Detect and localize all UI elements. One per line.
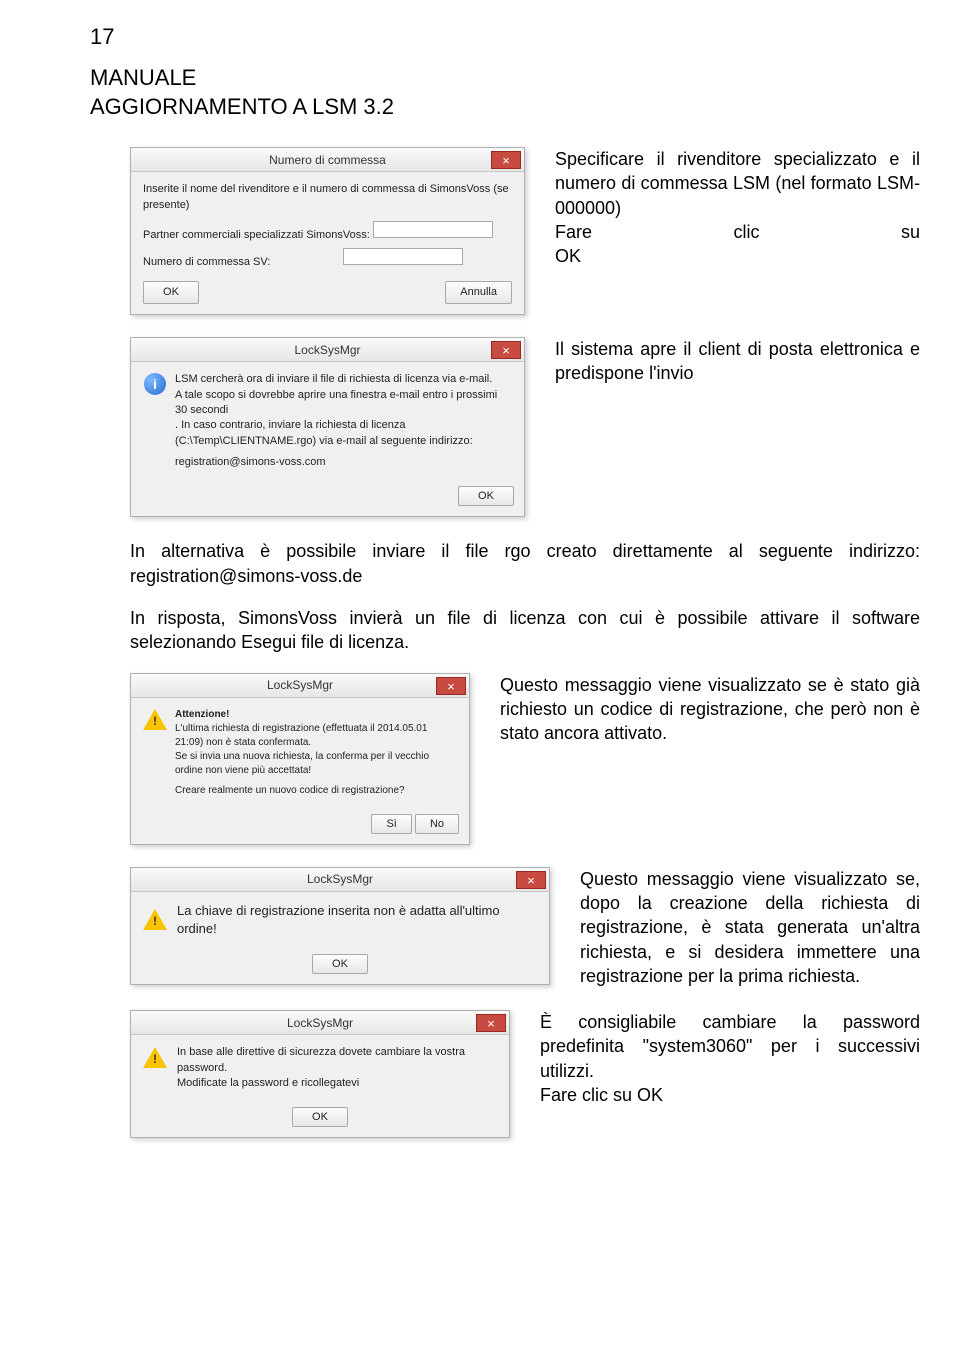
dialog-text: Creare realmente un nuovo codice di regi… — [175, 784, 457, 798]
screenshot-commessa: Numero di commessa × Inserite il nome de… — [130, 147, 525, 315]
dialog-email: registration@simons-voss.com — [175, 455, 512, 470]
close-icon[interactable]: × — [516, 871, 546, 889]
page-number: 17 — [90, 24, 960, 50]
para-text: Fare clic su OK — [540, 1083, 920, 1107]
para-text: È consigliabile cambiare la password pre… — [540, 1010, 920, 1083]
word-clic: clic — [734, 220, 760, 244]
para-text: Specificare il rivenditore specializzato… — [555, 147, 920, 220]
dialog-titlebar: LockSysMgr × — [131, 338, 524, 362]
screenshot-chiave: LockSysMgr × La chiave di registrazione … — [130, 867, 550, 988]
dialog-titlebar: Numero di commessa × — [131, 148, 524, 172]
close-icon[interactable]: × — [491, 341, 521, 359]
dialog-text: L'ultima richiesta di registrazione (eff… — [175, 722, 457, 750]
close-icon[interactable]: × — [436, 677, 466, 695]
page-header: 17 MANUALE AGGIORNAMENTO A LSM 3.2 — [0, 0, 960, 121]
field-label: Partner commerciali specializzati Simons… — [143, 229, 370, 241]
dialog-titlebar: LockSysMgr × — [131, 674, 469, 698]
ok-button[interactable]: OK — [143, 281, 199, 304]
dialog-title: Numero di commessa — [269, 153, 386, 167]
screenshot-attenzione: LockSysMgr × Attenzione! L'ultima richie… — [130, 673, 470, 845]
dialog-heading: Attenzione! — [175, 708, 457, 722]
close-icon[interactable]: × — [491, 151, 521, 169]
dialog-titlebar: LockSysMgr × — [131, 1011, 509, 1035]
warning-icon — [143, 908, 167, 932]
dialog-text: In base alle direttive di sicurezza dove… — [177, 1045, 497, 1076]
dialog-titlebar: LockSysMgr × — [131, 868, 549, 892]
ok-button[interactable]: OK — [312, 954, 368, 974]
dialog-title: LockSysMgr — [294, 343, 360, 357]
word-su: su — [901, 220, 920, 244]
para-specificare: Specificare il rivenditore specializzato… — [555, 147, 920, 315]
dialog-title: LockSysMgr — [307, 872, 373, 886]
screenshot-password: LockSysMgr × In base alle direttive di s… — [130, 1010, 510, 1138]
ok-button[interactable]: OK — [292, 1107, 348, 1127]
dialog-text: . In caso contrario, inviare la richiest… — [175, 418, 512, 449]
para-client-posta: Il sistema apre il client di posta elett… — [555, 337, 920, 517]
close-icon[interactable]: × — [476, 1014, 506, 1032]
info-icon: i — [143, 372, 167, 396]
para-messaggio-codice: Questo messaggio viene visualizzato se è… — [500, 673, 920, 845]
dialog-text: A tale scopo si dovrebbe aprire una fine… — [175, 388, 512, 419]
para-risposta: In risposta, SimonsVoss invierà un file … — [130, 606, 920, 655]
para-messaggio-richiesta: Questo messaggio viene visualizzato se, … — [580, 867, 920, 988]
para-password: È consigliabile cambiare la password pre… — [540, 1010, 920, 1138]
commessa-input[interactable] — [343, 248, 463, 265]
para-alternativa: In alternativa è possibile inviare il fi… — [130, 539, 920, 588]
word-ok: OK — [555, 244, 920, 268]
dialog-text: La chiave di registrazione inserita non … — [177, 902, 537, 938]
manual-title: MANUALE AGGIORNAMENTO A LSM 3.2 — [90, 64, 960, 121]
partner-input[interactable] — [373, 221, 493, 238]
warning-icon — [143, 708, 167, 732]
no-button[interactable]: No — [415, 814, 459, 834]
dialog-title: LockSysMgr — [287, 1016, 353, 1030]
title-line-1: MANUALE — [90, 65, 196, 90]
dialog-title: LockSysMgr — [267, 678, 333, 692]
cancel-button[interactable]: Annulla — [445, 281, 512, 304]
dialog-instruction: Inserite il nome del rivenditore e il nu… — [143, 182, 512, 213]
warning-icon — [143, 1045, 167, 1069]
dialog-text: Se si invia una nuova richiesta, la conf… — [175, 750, 457, 778]
title-line-2: AGGIORNAMENTO A LSM 3.2 — [90, 94, 394, 119]
ok-button[interactable]: OK — [458, 486, 514, 506]
yes-button[interactable]: Sì — [371, 814, 411, 834]
dialog-text: Modificate la password e ricollegatevi — [177, 1076, 497, 1091]
screenshot-email: LockSysMgr × i LSM cercherà ora di invia… — [130, 337, 525, 517]
field-label: Numero di commessa SV: — [143, 256, 270, 268]
word-fare: Fare — [555, 220, 592, 244]
dialog-text: LSM cercherà ora di inviare il file di r… — [175, 372, 512, 387]
